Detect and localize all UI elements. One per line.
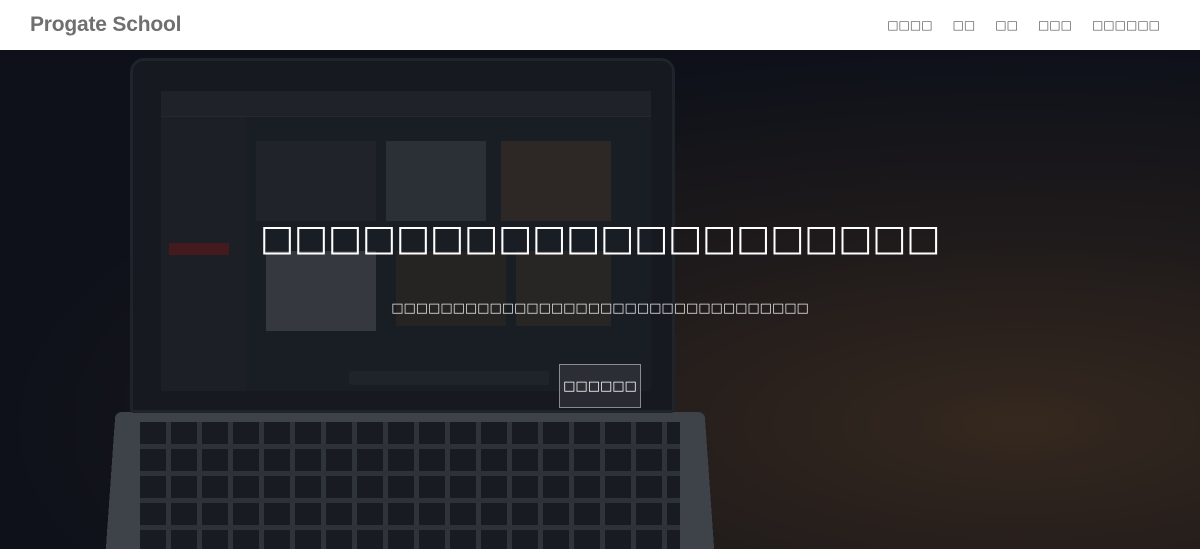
site-logo[interactable]: Progate School <box>30 13 181 37</box>
nav-link-2[interactable]: □□ <box>953 18 976 32</box>
nav-link-5[interactable]: □□□□□□ <box>1092 18 1160 32</box>
site-header: Progate School □□□□ □□ □□ □□□ □□□□□□ <box>0 0 1200 50</box>
hero-title: □□□□□□□□□□□□□□□□□□□□ <box>259 218 941 259</box>
hero-cta-button[interactable]: □□□□□□ <box>559 364 641 408</box>
nav-link-1[interactable]: □□□□ <box>887 18 932 32</box>
hero-subtitle: □□□□□□□□□□□□□□□□□□□□□□□□□□□□□□□□□□ <box>391 301 809 316</box>
hero-section: □□□□□□□□□□□□□□□□□□□□ □□□□□□□□□□□□□□□□□□□… <box>0 50 1200 549</box>
nav-link-4[interactable]: □□□ <box>1038 18 1072 32</box>
main-nav: □□□□ □□ □□ □□□ □□□□□□ <box>887 18 1160 32</box>
nav-link-3[interactable]: □□ <box>995 18 1018 32</box>
